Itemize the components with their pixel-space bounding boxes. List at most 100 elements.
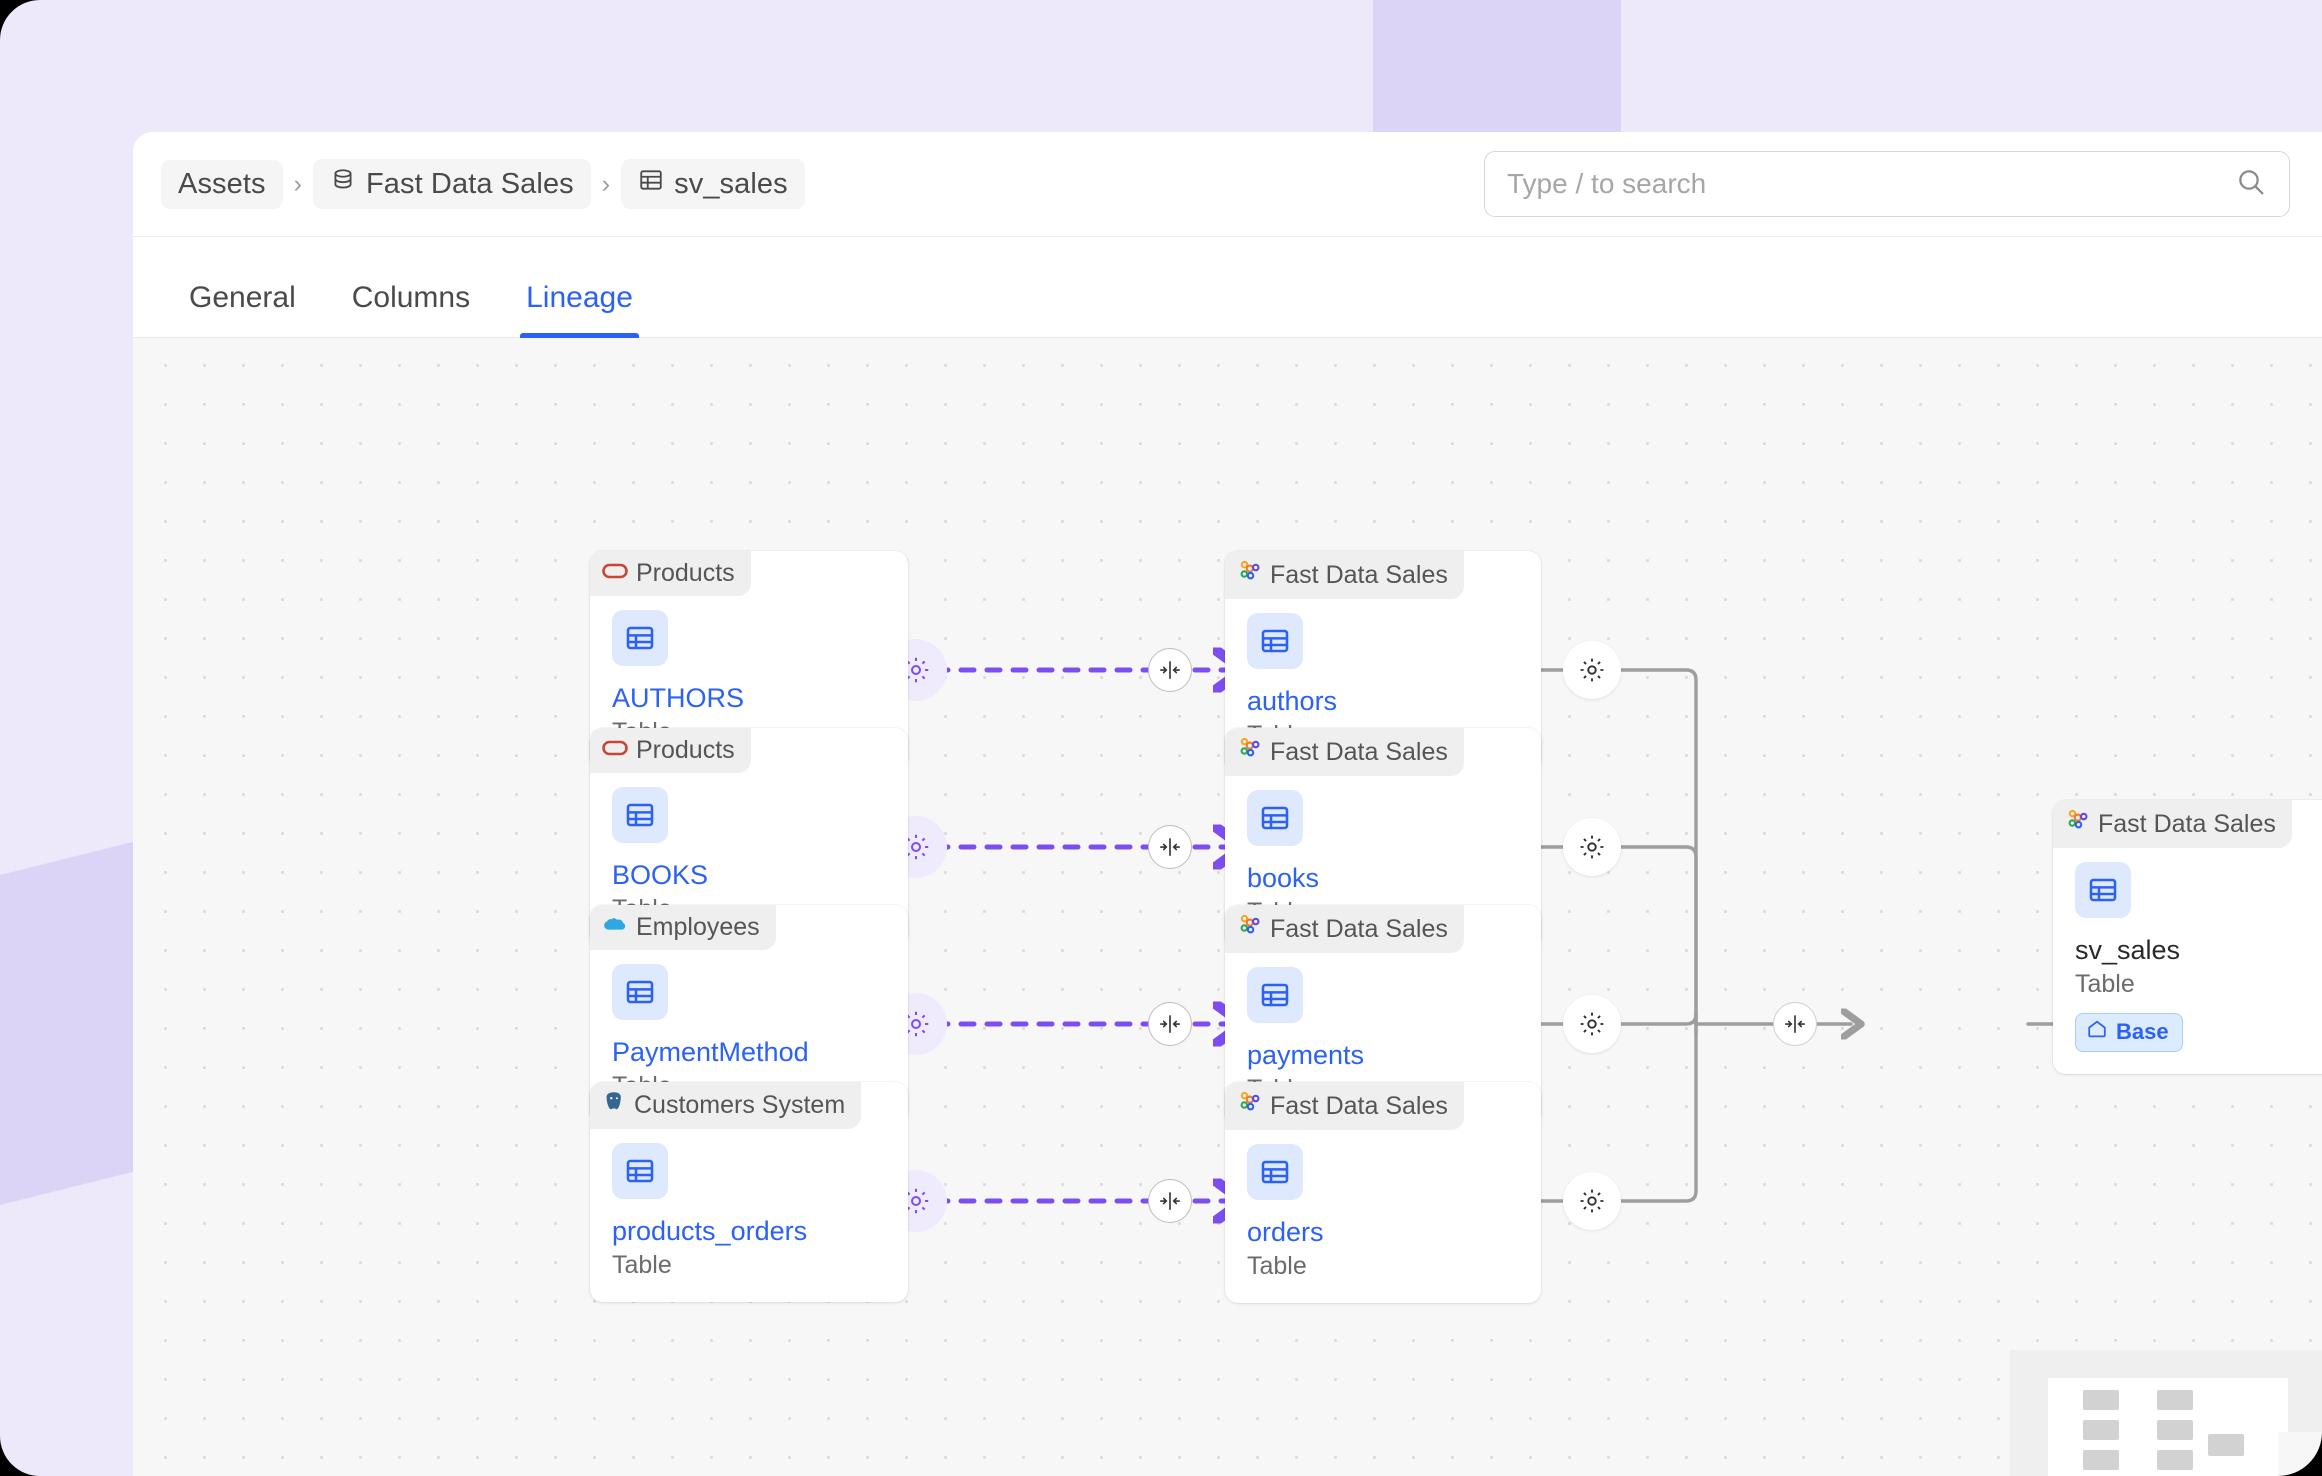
node-type: Table bbox=[1247, 1252, 1519, 1281]
breadcrumb-item-assets[interactable]: Assets bbox=[161, 160, 283, 209]
minimap[interactable] bbox=[2010, 1350, 2322, 1476]
node-source-label: Employees bbox=[636, 913, 760, 942]
node-title[interactable]: PaymentMethod bbox=[612, 1036, 886, 1068]
table-icon bbox=[1247, 613, 1303, 669]
node-source-label: Fast Data Sales bbox=[1270, 738, 1448, 767]
corner-mask-bottom-left bbox=[0, 1436, 40, 1476]
node-source-badge: Customers System bbox=[590, 1082, 861, 1129]
breadcrumb-item-database[interactable]: Fast Data Sales bbox=[313, 159, 591, 209]
node-type: Table bbox=[2075, 970, 2322, 999]
minimap-node bbox=[2083, 1420, 2119, 1440]
node-source-label: Fast Data Sales bbox=[1270, 1092, 1448, 1121]
minimap-node bbox=[2083, 1390, 2119, 1410]
node-type: Table bbox=[612, 1251, 886, 1280]
lineage-node-sv-sales[interactable]: Fast Data Sales sv_sales Table bbox=[2053, 800, 2322, 1074]
table-icon bbox=[612, 787, 668, 843]
node-source-badge: Products bbox=[590, 551, 751, 596]
table-icon bbox=[612, 610, 668, 666]
table-icon bbox=[1247, 790, 1303, 846]
collapse-icon-3[interactable] bbox=[1148, 1002, 1192, 1046]
node-title[interactable]: AUTHORS bbox=[612, 682, 886, 714]
table-icon bbox=[638, 167, 664, 201]
node-source-badge: Fast Data Sales bbox=[1225, 551, 1464, 599]
node-source-badge: Fast Data Sales bbox=[1225, 728, 1464, 776]
collapse-icon-2[interactable] bbox=[1148, 825, 1192, 869]
node-source-label: Products bbox=[636, 559, 735, 588]
table-icon bbox=[612, 964, 668, 1020]
node-source-label: Customers System bbox=[634, 1091, 845, 1120]
oracle-icon bbox=[602, 559, 628, 588]
fastdata-icon bbox=[1237, 559, 1262, 591]
lineage-node-products-orders[interactable]: Customers System products_orders Table bbox=[590, 1082, 908, 1302]
search-icon[interactable] bbox=[2235, 166, 2267, 203]
node-source-badge: Employees bbox=[590, 905, 776, 950]
node-source-label: Products bbox=[636, 736, 735, 765]
fastdata-icon bbox=[1237, 736, 1262, 768]
node-source-badge: Fast Data Sales bbox=[1225, 1082, 1464, 1130]
oracle-icon bbox=[602, 736, 628, 765]
node-source-label: Fast Data Sales bbox=[2098, 810, 2276, 839]
node-body: orders Table bbox=[1225, 1130, 1541, 1303]
app-window: Assets › Fast Data Sales › bbox=[133, 132, 2322, 1476]
node-title[interactable]: BOOKS bbox=[612, 859, 886, 891]
node-title[interactable]: sv_sales bbox=[2075, 934, 2322, 966]
breadcrumb-separator: › bbox=[283, 170, 313, 199]
breadcrumb-label-database: Fast Data Sales bbox=[366, 168, 574, 201]
search-input[interactable] bbox=[1507, 168, 2235, 200]
fastdata-icon bbox=[1237, 1090, 1262, 1122]
process-gear-icon-7[interactable] bbox=[1563, 995, 1621, 1053]
node-source-label: Fast Data Sales bbox=[1270, 915, 1448, 944]
breadcrumb-separator-2: › bbox=[591, 170, 621, 199]
minimap-node bbox=[2157, 1390, 2193, 1410]
fastdata-icon bbox=[2065, 808, 2090, 840]
minimap-viewport[interactable] bbox=[2048, 1378, 2288, 1476]
node-source-badge: Fast Data Sales bbox=[1225, 905, 1464, 953]
node-body: sv_sales Table Base bbox=[2053, 848, 2322, 1074]
lineage-canvas[interactable]: Products AUTHORS Table bbox=[133, 338, 2322, 1476]
minimap-node bbox=[2083, 1450, 2119, 1470]
salesforce-icon bbox=[602, 913, 628, 942]
database-icon bbox=[330, 167, 356, 201]
postgres-icon bbox=[602, 1090, 626, 1121]
collapse-icon-4[interactable] bbox=[1148, 1179, 1192, 1223]
minimap-node bbox=[2157, 1420, 2193, 1440]
tab-general[interactable]: General bbox=[161, 281, 324, 337]
status-badge: Base bbox=[2075, 1013, 2183, 1052]
tab-columns[interactable]: Columns bbox=[324, 281, 498, 337]
node-title[interactable]: products_orders bbox=[612, 1215, 886, 1247]
corner-mask-top-left bbox=[0, 0, 40, 40]
corner-mask-bottom-right bbox=[2278, 1432, 2322, 1476]
collapse-icon-1[interactable] bbox=[1148, 648, 1192, 692]
node-source-label: Fast Data Sales bbox=[1270, 561, 1448, 590]
minimap-node bbox=[2157, 1450, 2193, 1470]
process-gear-icon-5[interactable] bbox=[1563, 641, 1621, 699]
tab-lineage[interactable]: Lineage bbox=[498, 281, 661, 337]
breadcrumb-item-table[interactable]: sv_sales bbox=[621, 159, 805, 209]
breadcrumb-label-assets: Assets bbox=[178, 168, 266, 201]
breadcrumb: Assets › Fast Data Sales › bbox=[161, 159, 805, 209]
lineage-node-fds-orders[interactable]: Fast Data Sales orders Table bbox=[1225, 1082, 1541, 1303]
node-title[interactable]: payments bbox=[1247, 1039, 1519, 1071]
minimap-node bbox=[2208, 1434, 2244, 1456]
search-box[interactable] bbox=[1484, 151, 2290, 217]
collapse-icon-5[interactable] bbox=[1773, 1002, 1817, 1046]
table-icon bbox=[1247, 967, 1303, 1023]
table-icon bbox=[1247, 1144, 1303, 1200]
fastdata-icon bbox=[1237, 913, 1262, 945]
table-icon bbox=[2075, 862, 2131, 918]
table-icon bbox=[612, 1143, 668, 1199]
breadcrumb-label-table: sv_sales bbox=[674, 168, 788, 201]
tab-bar: General Columns Lineage bbox=[133, 237, 2322, 338]
home-icon bbox=[2086, 1018, 2108, 1046]
app-header: Assets › Fast Data Sales › bbox=[133, 132, 2322, 237]
node-title[interactable]: orders bbox=[1247, 1216, 1519, 1248]
node-title[interactable]: books bbox=[1247, 862, 1519, 894]
process-gear-icon-6[interactable] bbox=[1563, 818, 1621, 876]
node-source-badge: Products bbox=[590, 728, 751, 773]
search-container bbox=[1484, 151, 2290, 217]
status-badge-label: Base bbox=[2116, 1019, 2169, 1045]
decor-band-top bbox=[1373, 0, 1621, 132]
node-title[interactable]: authors bbox=[1247, 685, 1519, 717]
node-source-badge: Fast Data Sales bbox=[2053, 800, 2292, 848]
process-gear-icon-8[interactable] bbox=[1563, 1172, 1621, 1230]
